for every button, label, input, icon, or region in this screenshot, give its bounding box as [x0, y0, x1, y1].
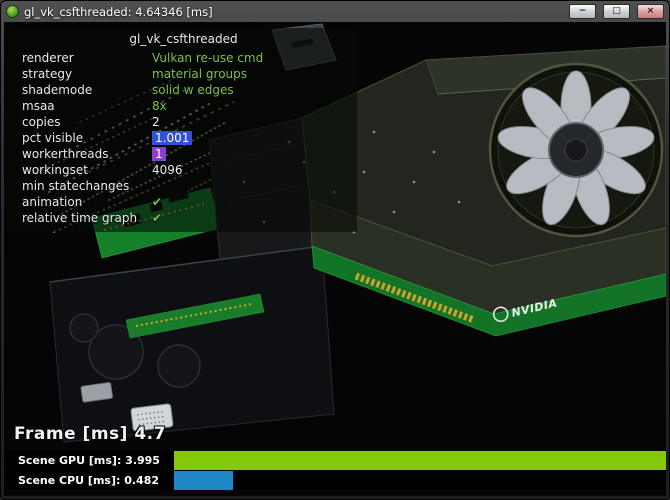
cpu-time-label: Scene CPU [ms]: 0.482 — [18, 474, 160, 487]
panel-row-copies[interactable]: copies 2 — [10, 114, 357, 130]
panel-row-pct-visible[interactable]: pct visible 1.001 — [10, 130, 357, 146]
row-label: renderer — [22, 51, 74, 65]
row-label: msaa — [22, 99, 55, 113]
titlebar[interactable]: gl_vk_csfthreaded: 4.64346 [ms] − □ × — [1, 1, 669, 22]
row-label: copies — [22, 115, 61, 129]
row-value[interactable]: material groups — [152, 67, 247, 81]
panel-row-workingset[interactable]: workingset 4096 — [10, 162, 357, 178]
row-value[interactable]: 1.001 — [152, 131, 193, 145]
minimize-icon: − — [578, 6, 587, 16]
panel-row-workerthreads[interactable]: workerthreads 1 — [10, 146, 357, 162]
close-icon: × — [646, 6, 655, 16]
row-label: shademode — [22, 83, 93, 97]
window-title: gl_vk_csfthreaded: 4.64346 [ms] — [24, 4, 213, 19]
app-window: gl_vk_csfthreaded: 4.64346 [ms] − □ × NV… — [0, 0, 670, 500]
cpu-time-bar — [174, 471, 234, 490]
row-value[interactable]: 2 — [152, 115, 160, 129]
row-label: workingset — [22, 163, 88, 177]
row-value[interactable]: 4096 — [152, 163, 183, 177]
row-label: min statechanges — [22, 179, 130, 193]
cpu-time-row: Scene CPU [ms]: 0.482 — [4, 471, 666, 490]
maximize-button[interactable]: □ — [603, 4, 630, 19]
app-icon — [6, 5, 19, 18]
minimize-button[interactable]: − — [569, 4, 596, 19]
panel-row-animation[interactable]: animation ✔ — [10, 194, 357, 210]
row-value[interactable]: solid w edges — [152, 83, 234, 97]
panel-row-renderer[interactable]: renderer Vulkan re-use cmd — [10, 50, 357, 66]
row-label: workerthreads — [22, 147, 109, 161]
cpu-time-track — [174, 471, 666, 490]
row-label: pct visible — [22, 131, 84, 145]
gpu-time-bar — [174, 451, 666, 470]
maximize-icon: □ — [612, 6, 621, 16]
close-button[interactable]: × — [637, 4, 664, 19]
row-label: strategy — [22, 67, 73, 81]
panel-title: gl_vk_csfthreaded — [129, 32, 238, 46]
gpu-time-label: Scene GPU [ms]: 3.995 — [18, 454, 160, 467]
gpu-time-track — [174, 451, 666, 470]
panel-row-min-statechanges[interactable]: min statechanges — [10, 178, 357, 194]
settings-panel: gl_vk_csfthreaded renderer Vulkan re-use… — [10, 28, 357, 232]
panel-row-msaa[interactable]: msaa 8x — [10, 98, 357, 114]
row-label: relative time graph — [22, 211, 138, 225]
row-value[interactable]: Vulkan re-use cmd — [152, 51, 263, 65]
gpu-fan — [488, 62, 664, 238]
frame-time-label: Frame [ms] 4.7 — [14, 424, 166, 444]
row-value[interactable]: 8x — [152, 99, 167, 113]
check-icon[interactable]: ✔ — [152, 195, 162, 209]
row-value[interactable]: 1 — [152, 147, 166, 161]
row-label: animation — [22, 195, 83, 209]
check-icon[interactable]: ✔ — [152, 211, 162, 225]
panel-row-relative-time-graph[interactable]: relative time graph ✔ — [10, 210, 357, 226]
client-area: NVIDIA gl_vk_csfthreaded renderer Vulkan… — [4, 22, 666, 496]
panel-row-strategy[interactable]: strategy material groups — [10, 66, 357, 82]
gpu-time-row: Scene GPU [ms]: 3.995 — [4, 451, 666, 470]
panel-row-shademode[interactable]: shademode solid w edges — [10, 82, 357, 98]
